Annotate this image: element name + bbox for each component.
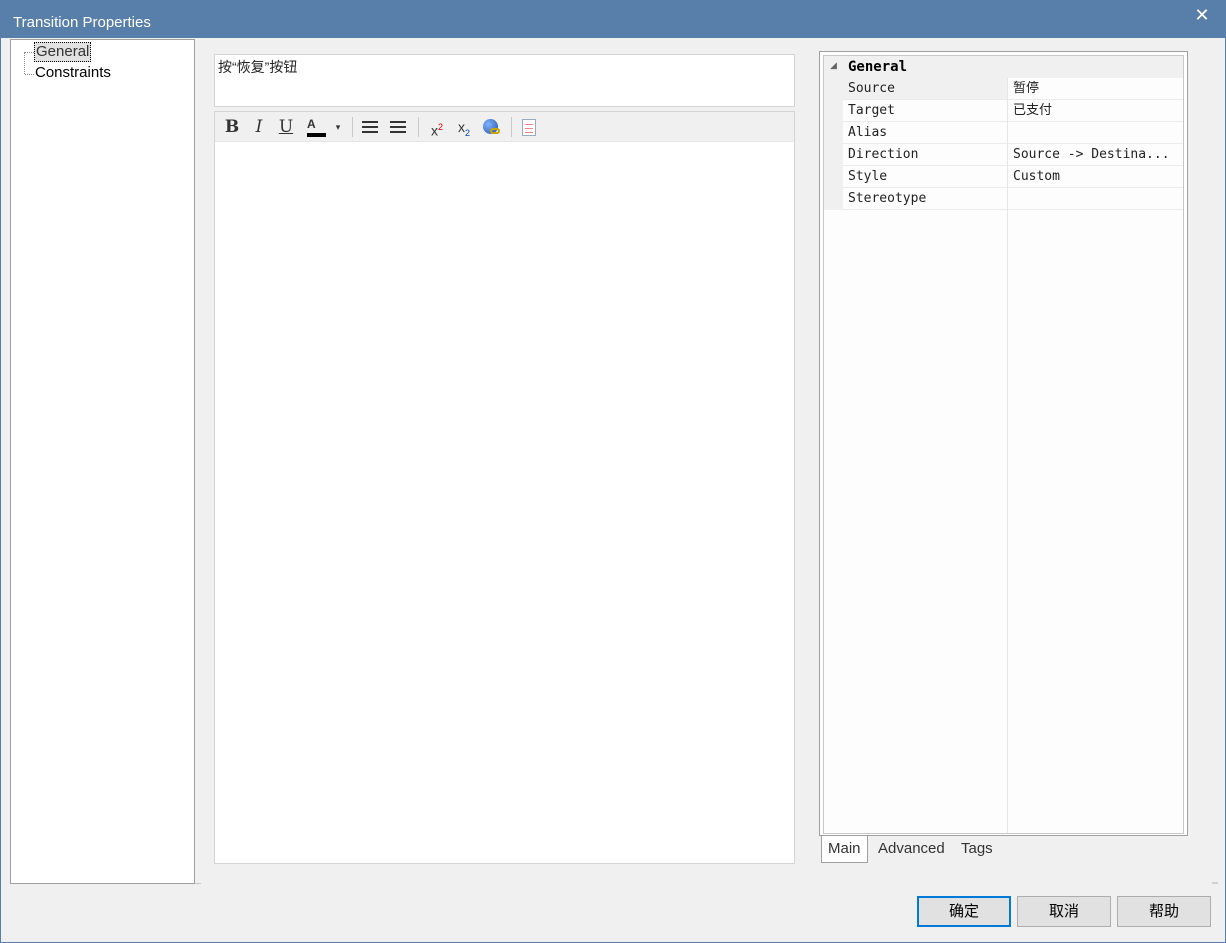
property-key: Direction: [848, 147, 919, 162]
navigation-tree: General Constraints: [10, 39, 195, 884]
property-key: Stereotype: [848, 191, 927, 206]
splitter-mark: [195, 883, 201, 884]
ok-button[interactable]: 确定: [917, 896, 1011, 927]
notes-title-field[interactable]: 按“恢复”按钮: [214, 54, 795, 107]
property-row-stereotype[interactable]: Stereotype: [843, 188, 1183, 210]
property-key: Target: [848, 103, 895, 118]
tree-item-general[interactable]: General: [34, 42, 92, 62]
tree-item-constraints[interactable]: Constraints: [34, 64, 112, 84]
property-grid: ◢ General Source 暂停 Target 已支付 Alias Dir…: [819, 51, 1188, 836]
property-group-header[interactable]: ◢ General: [824, 56, 1183, 78]
toolbar-divider: [511, 117, 512, 137]
subscript-mark: 2: [464, 127, 470, 138]
property-row-target[interactable]: Target 已支付: [843, 100, 1183, 122]
window-title: Transition Properties: [13, 14, 151, 31]
title-bar: Transition Properties ✕: [0, 0, 1226, 38]
help-button[interactable]: 帮助: [1117, 896, 1211, 927]
chevron-down-icon[interactable]: ▾: [333, 116, 343, 138]
property-row-style[interactable]: Style Custom: [843, 166, 1183, 188]
bullet-list-icon[interactable]: [359, 116, 381, 138]
property-row-alias[interactable]: Alias: [843, 122, 1183, 144]
formatting-toolbar: B I U A ▾ x2 x2: [215, 112, 794, 142]
numbered-list-line: [390, 126, 406, 128]
collapse-icon[interactable]: ◢: [830, 60, 837, 71]
tree-connector-general: [25, 52, 34, 53]
underline-button[interactable]: U: [276, 116, 296, 138]
tab-advanced[interactable]: Advanced: [878, 836, 945, 863]
superscript-button[interactable]: x2: [426, 116, 448, 139]
document-shape: [522, 119, 536, 136]
property-group-label: General: [848, 59, 908, 75]
bullet-list-line: [362, 126, 378, 128]
property-key: Style: [848, 169, 888, 184]
subscript-base: x: [457, 119, 465, 135]
italic-button[interactable]: I: [249, 116, 269, 138]
bold-button[interactable]: B: [222, 116, 242, 138]
property-value[interactable]: 已支付: [1013, 100, 1183, 121]
property-key: Source: [848, 81, 895, 96]
document-icon[interactable]: [517, 116, 539, 138]
bullet-list-line: [362, 121, 378, 123]
property-value[interactable]: [1013, 188, 1183, 209]
property-key: Alias: [848, 125, 888, 140]
property-tabs: Main Advanced Tags: [819, 836, 1188, 863]
splitter-mark: [1212, 882, 1218, 884]
document-line: [525, 128, 533, 129]
toolbar-divider: [418, 117, 419, 137]
document-line: [525, 132, 533, 133]
tree-connector-constraints: [25, 74, 34, 75]
tab-main[interactable]: Main: [821, 836, 868, 863]
numbered-list-line: [390, 121, 406, 123]
document-line: [525, 124, 533, 125]
numbered-list-icon[interactable]: [387, 116, 409, 138]
subscript-button[interactable]: x2: [453, 116, 475, 138]
numbered-list-line: [390, 131, 406, 133]
tab-tags[interactable]: Tags: [961, 836, 993, 863]
property-column-divider[interactable]: [1007, 78, 1008, 833]
font-color-bar: [307, 133, 326, 137]
property-row-direction[interactable]: Direction Source -> Destina...: [843, 144, 1183, 166]
property-grid-gutter: [824, 78, 843, 210]
property-row-source[interactable]: Source 暂停: [843, 78, 1183, 100]
hyperlink-globe-icon[interactable]: [480, 116, 502, 138]
property-value[interactable]: 暂停: [1013, 78, 1183, 99]
superscript-base: x: [430, 122, 438, 139]
font-color-icon[interactable]: A: [305, 116, 327, 138]
bullet-list-line: [362, 131, 378, 133]
notes-editor[interactable]: B I U A ▾ x2 x2: [214, 111, 795, 864]
superscript-mark: 2: [437, 122, 443, 132]
property-value[interactable]: Custom: [1013, 166, 1183, 187]
tree-connector-vertical: [24, 52, 25, 74]
chain-shape: [490, 128, 500, 134]
property-grid-inner: ◢ General Source 暂停 Target 已支付 Alias Dir…: [823, 55, 1184, 834]
property-value[interactable]: Source -> Destina...: [1013, 144, 1183, 165]
cancel-button[interactable]: 取消: [1017, 896, 1111, 927]
toolbar-divider: [352, 117, 353, 137]
font-color-glyph: A: [307, 117, 316, 131]
property-value[interactable]: [1013, 122, 1183, 143]
close-icon[interactable]: ✕: [1188, 4, 1216, 26]
